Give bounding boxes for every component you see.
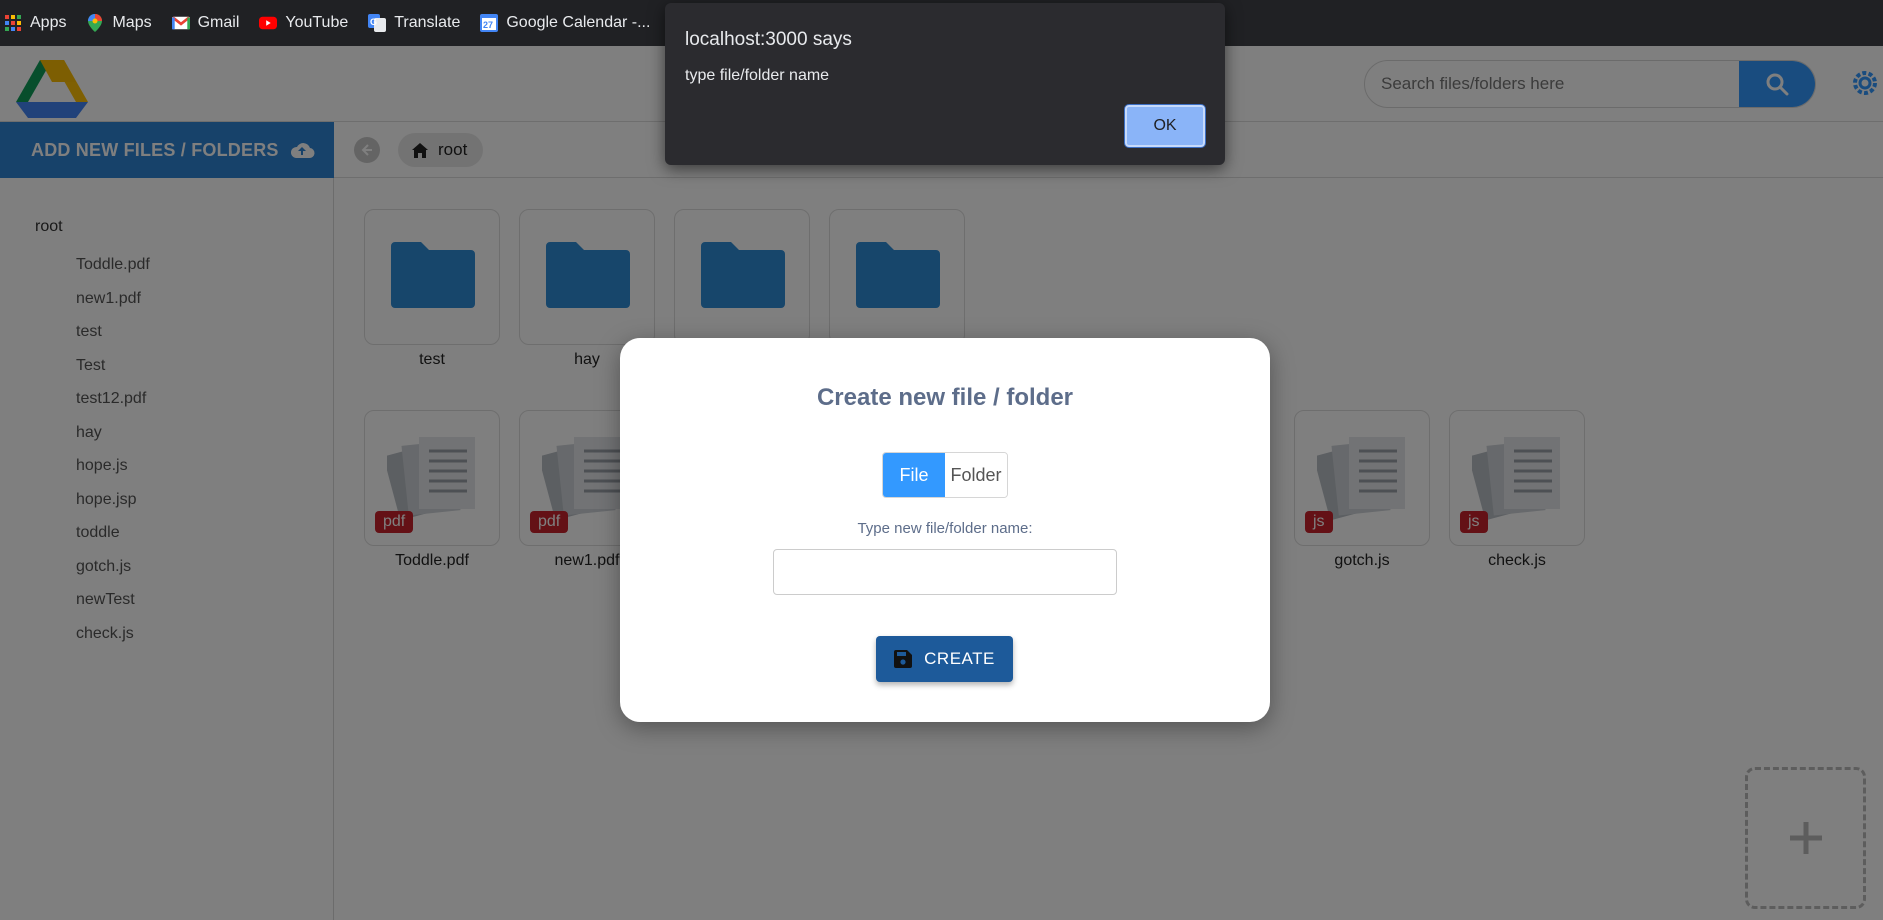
alert-title: localhost:3000 says — [685, 29, 852, 50]
maps-pin-icon — [86, 14, 104, 32]
bookmark-label: Maps — [112, 14, 152, 31]
translate-icon: G — [368, 14, 387, 32]
bookmark-youtube[interactable]: YouTube — [259, 14, 348, 32]
gmail-icon — [171, 14, 190, 32]
bookmark-label: Gmail — [197, 14, 240, 31]
bookmark-gmail[interactable]: Gmail — [171, 14, 240, 32]
create-modal: Create new file / folder File Folder Typ… — [620, 338, 1270, 722]
save-icon — [894, 650, 913, 668]
bookmark-label: Translate — [394, 14, 461, 31]
name-field-label: Type new file/folder name: — [857, 520, 1033, 537]
bookmark-calendar[interactable]: 27 Google Calendar -... — [480, 14, 650, 32]
bookmark-label: YouTube — [285, 14, 349, 31]
bookmark-label: Apps — [30, 14, 67, 31]
browser-alert: localhost:3000 says type file/folder nam… — [665, 3, 1225, 165]
svg-text:27: 27 — [483, 20, 493, 30]
svg-text:G: G — [370, 17, 377, 27]
name-input[interactable] — [773, 549, 1117, 595]
alert-ok-button[interactable]: OK — [1125, 105, 1205, 147]
bookmark-apps[interactable]: Apps — [4, 14, 66, 32]
type-toggle: File Folder — [882, 452, 1008, 498]
modal-title: Create new file / folder — [816, 384, 1074, 411]
toggle-folder[interactable]: Folder — [945, 453, 1007, 497]
bookmark-maps[interactable]: Maps — [86, 14, 152, 32]
calendar-icon: 27 — [480, 14, 499, 32]
alert-message: type file/folder name — [685, 67, 830, 84]
youtube-icon — [259, 14, 278, 32]
toggle-file[interactable]: File — [883, 453, 945, 497]
bookmark-label: Google Calendar -... — [506, 14, 651, 31]
create-label: CREATE — [924, 649, 995, 668]
bookmark-translate[interactable]: G Translate — [368, 14, 460, 32]
create-button[interactable]: CREATE — [876, 636, 1013, 682]
apps-grid-icon — [4, 14, 22, 32]
